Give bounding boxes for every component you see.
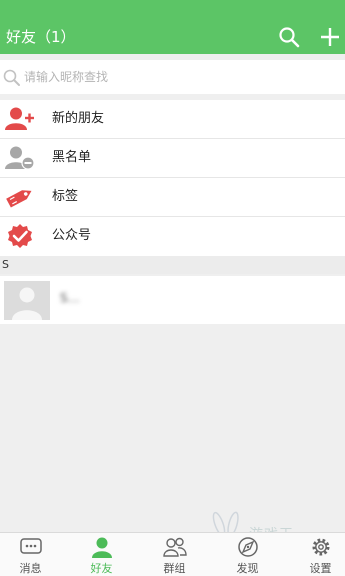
status-bar xyxy=(0,0,345,20)
menu-item-blacklist[interactable]: 黑名单 xyxy=(0,139,345,178)
default-avatar-icon xyxy=(4,281,50,320)
search-icon xyxy=(279,27,300,48)
compass-icon xyxy=(238,537,258,557)
tab-label: 好友 xyxy=(90,562,113,575)
menu-item-new-friends[interactable]: 新的朋友 xyxy=(0,100,345,139)
tab-label: 发现 xyxy=(236,562,259,575)
contact-index-header: S xyxy=(0,256,345,274)
bottom-tab-bar: 消息 好友 群组 发现 设置 xyxy=(0,532,345,576)
tab-discover[interactable]: 发现 xyxy=(213,533,282,576)
top-bar: 好友（1） xyxy=(0,20,345,54)
person-icon xyxy=(92,537,112,558)
menu-item-label: 公众号 xyxy=(52,228,92,243)
tab-groups[interactable]: 群组 xyxy=(140,533,209,576)
blacklist-icon xyxy=(5,146,35,170)
tab-label: 群组 xyxy=(163,562,186,575)
search-button[interactable] xyxy=(277,25,301,49)
tab-friends[interactable]: 好友 xyxy=(67,533,136,576)
add-button[interactable] xyxy=(318,25,342,49)
tab-label: 设置 xyxy=(309,562,332,575)
menu-item-label: 黑名单 xyxy=(52,150,92,165)
search-bar xyxy=(0,60,345,94)
tag-icon xyxy=(6,190,32,208)
tab-messages[interactable]: 消息 xyxy=(0,533,65,576)
tab-label: 消息 xyxy=(19,562,42,575)
search-icon xyxy=(3,69,20,86)
gear-icon xyxy=(312,538,330,556)
page-title: 好友（1） xyxy=(6,28,76,46)
contact-name: S… xyxy=(60,291,80,305)
feature-menu: 新的朋友 黑名单 标签 公众号 xyxy=(0,100,345,256)
menu-item-tags[interactable]: 标签 xyxy=(0,178,345,217)
menu-item-label: 标签 xyxy=(52,189,79,204)
tab-settings[interactable]: 设置 xyxy=(286,533,345,576)
menu-item-label: 新的朋友 xyxy=(52,111,105,126)
contact-list-item[interactable]: S… xyxy=(0,276,345,324)
add-friend-icon xyxy=(5,107,34,130)
verified-badge-icon xyxy=(8,224,32,248)
menu-item-official-accounts[interactable]: 公众号 xyxy=(0,217,345,256)
avatar xyxy=(4,281,50,320)
search-input[interactable] xyxy=(24,67,324,87)
message-icon xyxy=(20,538,42,554)
plus-icon xyxy=(321,28,339,46)
group-icon xyxy=(163,537,187,557)
